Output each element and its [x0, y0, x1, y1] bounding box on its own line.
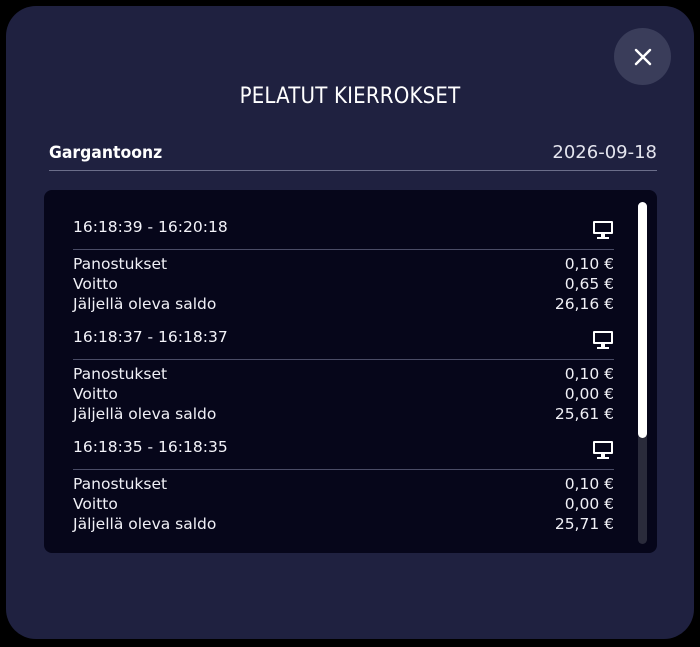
- game-name: Gargantoonz: [49, 143, 163, 163]
- round-header: 16:18:37 - 16:18:37: [73, 328, 614, 360]
- played-rounds-dialog: PELATUT KIERROKSET Gargantoonz 2026-09-1…: [6, 6, 694, 639]
- win-row: Voitto 0,00 €: [73, 495, 614, 515]
- bet-label: Panostukset: [73, 365, 168, 383]
- scrollbar-track[interactable]: [638, 202, 647, 544]
- balance-label: Jäljellä oleva saldo: [73, 515, 217, 533]
- win-label: Voitto: [73, 275, 118, 293]
- win-row: Voitto 0,65 €: [73, 275, 614, 295]
- desktop-icon: [593, 441, 613, 459]
- bet-row: Panostukset 0,10 €: [73, 255, 614, 275]
- round-item: 16:18:37 - 16:18:37 Panostukset 0,10 € V…: [73, 328, 614, 425]
- win-value: 0,65 €: [564, 275, 614, 293]
- bet-value: 0,10 €: [564, 475, 614, 493]
- round-item: 16:18:39 - 16:20:18 Panostukset 0,10 € V…: [73, 218, 614, 315]
- bet-label: Panostukset: [73, 475, 168, 493]
- game-date: 2026-09-18: [552, 142, 657, 163]
- balance-value: 26,16 €: [554, 295, 614, 313]
- game-header: Gargantoonz 2026-09-18: [49, 140, 657, 171]
- balance-value: 25,61 €: [554, 405, 614, 423]
- scrollbar-thumb[interactable]: [638, 202, 647, 438]
- bet-row: Panostukset 0,10 €: [73, 475, 614, 495]
- balance-label: Jäljellä oleva saldo: [73, 295, 217, 313]
- dialog-title: PELATUT KIERROKSET: [239, 84, 461, 109]
- bet-value: 0,10 €: [564, 365, 614, 383]
- win-row: Voitto 0,00 €: [73, 385, 614, 405]
- round-item: 16:18:35 - 16:18:35 Panostukset 0,10 € V…: [73, 438, 614, 535]
- rounds-list[interactable]: 16:18:39 - 16:20:18 Panostukset 0,10 € V…: [44, 190, 657, 553]
- desktop-icon: [593, 331, 613, 349]
- bet-value: 0,10 €: [564, 255, 614, 273]
- round-time: 16:18:35 - 16:18:35: [73, 438, 228, 456]
- desktop-icon: [593, 221, 613, 239]
- balance-label: Jäljellä oleva saldo: [73, 405, 217, 423]
- balance-row: Jäljellä oleva saldo 25,61 €: [73, 405, 614, 425]
- bet-row: Panostukset 0,10 €: [73, 365, 614, 385]
- round-time: 16:18:39 - 16:20:18: [73, 218, 228, 236]
- win-value: 0,00 €: [564, 495, 614, 513]
- close-icon: [634, 48, 651, 65]
- round-header: 16:18:39 - 16:20:18: [73, 218, 614, 250]
- round-header: 16:18:35 - 16:18:35: [73, 438, 614, 470]
- win-value: 0,00 €: [564, 385, 614, 403]
- round-time: 16:18:37 - 16:18:37: [73, 328, 228, 346]
- bet-label: Panostukset: [73, 255, 168, 273]
- win-label: Voitto: [73, 495, 118, 513]
- balance-row: Jäljellä oleva saldo 26,16 €: [73, 295, 614, 315]
- balance-row: Jäljellä oleva saldo 25,71 €: [73, 515, 614, 535]
- close-button[interactable]: [614, 28, 671, 85]
- win-label: Voitto: [73, 385, 118, 403]
- balance-value: 25,71 €: [554, 515, 614, 533]
